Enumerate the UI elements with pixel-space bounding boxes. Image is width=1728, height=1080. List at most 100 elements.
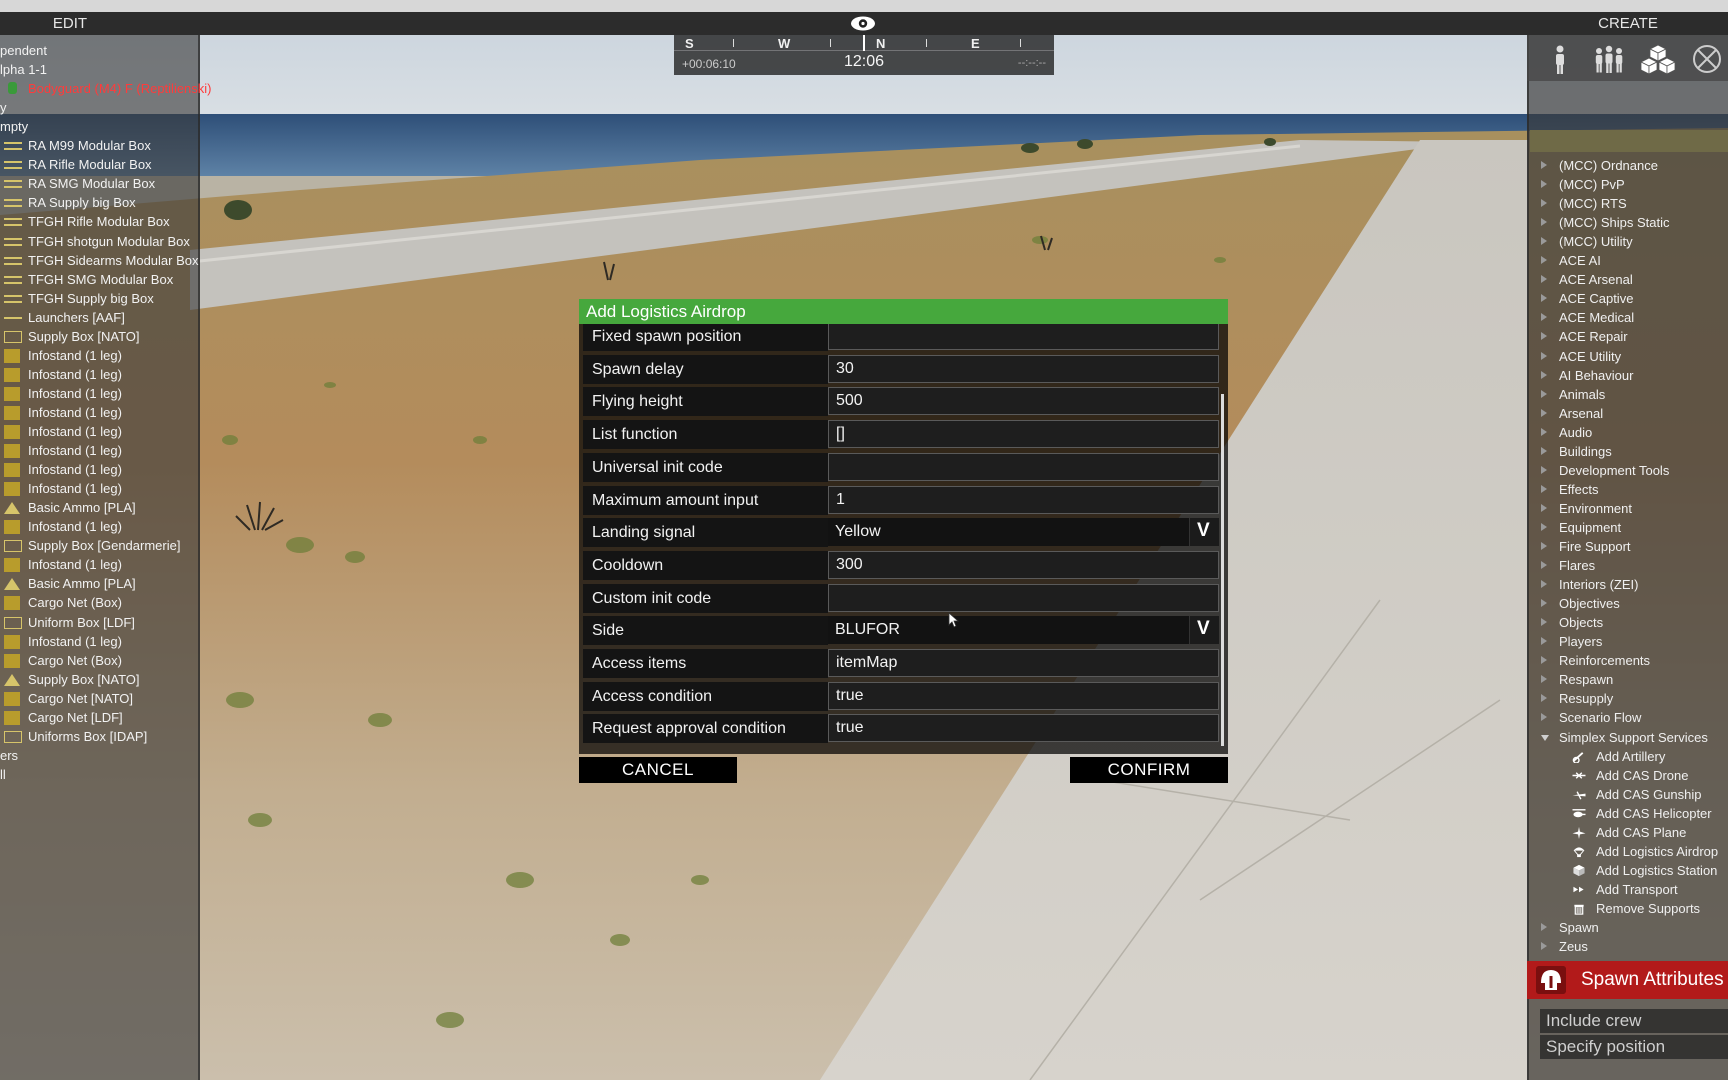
collapsed-arrow-icon[interactable]	[1541, 256, 1547, 264]
collapsed-arrow-icon[interactable]	[1541, 237, 1547, 245]
confirm-button[interactable]: CONFIRM	[1070, 757, 1228, 783]
edit-tree-item-label: y	[0, 100, 7, 115]
collapsed-arrow-icon[interactable]	[1541, 428, 1547, 436]
field-label: Access items	[592, 655, 687, 672]
groups-tab-icon[interactable]	[1591, 43, 1627, 75]
collapsed-arrow-icon[interactable]	[1541, 371, 1547, 379]
support-item-label: Add Logistics Airdrop	[1596, 844, 1719, 859]
edit-panel-header[interactable]: EDIT	[0, 12, 140, 35]
empty-tab-icon[interactable]	[1689, 43, 1725, 75]
flying-height-input[interactable]	[828, 387, 1219, 415]
cancel-button[interactable]: CANCEL	[579, 757, 737, 783]
edit-tree-item-label: lpha 1-1	[0, 62, 47, 77]
eye-icon[interactable]	[850, 15, 876, 32]
collapsed-arrow-icon[interactable]	[1541, 161, 1547, 169]
object-icon	[4, 463, 20, 477]
dialog-scrollbar[interactable]	[1219, 324, 1226, 754]
create-panel-header[interactable]: CREATE	[1528, 12, 1728, 35]
category-label: Objects	[1559, 615, 1604, 630]
category-label: Flares	[1559, 558, 1596, 573]
collapsed-arrow-icon[interactable]	[1541, 466, 1547, 474]
helmet-icon	[1536, 966, 1566, 994]
dropdown-arrow-icon[interactable]: V	[1189, 616, 1219, 644]
dropdown-arrow-icon[interactable]: V	[1189, 518, 1219, 546]
collapsed-arrow-icon[interactable]	[1541, 561, 1547, 569]
units-tab-icon[interactable]	[1542, 43, 1578, 75]
collapsed-arrow-icon[interactable]	[1541, 218, 1547, 226]
category-label: Arsenal	[1559, 406, 1604, 421]
collapsed-arrow-icon[interactable]	[1541, 199, 1547, 207]
category-label: ACE Repair	[1559, 329, 1628, 344]
dialog-scrollbar-thumb[interactable]	[1221, 394, 1224, 746]
category-label: Audio	[1559, 425, 1593, 440]
props-tab-icon[interactable]	[1640, 43, 1676, 75]
unit-icon	[8, 82, 17, 94]
collapsed-arrow-icon[interactable]	[1541, 599, 1547, 607]
field-label: Universal init code	[592, 459, 723, 476]
collapsed-arrow-icon[interactable]	[1541, 618, 1547, 626]
crate-icon	[1573, 864, 1585, 877]
collapsed-arrow-icon[interactable]	[1541, 485, 1547, 493]
edit-tree-item-label: RA SMG Modular Box	[28, 176, 156, 191]
collapsed-arrow-icon[interactable]	[1541, 923, 1547, 931]
collapsed-arrow-icon[interactable]	[1541, 504, 1547, 512]
field-label: Landing signal	[592, 524, 696, 541]
object-icon	[4, 199, 22, 207]
edit-tree-item-label: Infostand (1 leg)	[28, 519, 122, 534]
universal-init-code-input[interactable]	[828, 453, 1219, 481]
collapsed-arrow-icon[interactable]	[1541, 542, 1547, 550]
object-icon	[4, 238, 22, 246]
asset-preview-strip	[1530, 130, 1728, 152]
collapsed-arrow-icon[interactable]	[1541, 656, 1547, 664]
edit-tree-item-label: RA Supply big Box	[28, 195, 136, 210]
compass-tick	[733, 39, 734, 47]
object-icon	[4, 180, 22, 188]
specify-position-option[interactable]: Specify position	[1540, 1035, 1728, 1059]
compass-tick	[1020, 39, 1021, 47]
field-label: Flying height	[592, 393, 683, 410]
expanded-arrow-icon[interactable]	[1541, 735, 1549, 741]
field-label: Cooldown	[592, 557, 664, 574]
edit-tree-item-label: Supply Box [Gendarmerie]	[28, 538, 181, 553]
collapsed-arrow-icon[interactable]	[1541, 713, 1547, 721]
compass-right-readout: --:--:--	[1017, 57, 1046, 69]
collapsed-arrow-icon[interactable]	[1541, 580, 1547, 588]
fixed-spawn-position-input[interactable]	[828, 324, 1219, 350]
field-label-box: Cooldown	[583, 551, 828, 580]
spawn-attributes-header[interactable]: Spawn Attributes	[1527, 961, 1728, 999]
collapsed-arrow-icon[interactable]	[1541, 447, 1547, 455]
dialog-title-bar[interactable]: Add Logistics Airdrop	[579, 299, 1228, 324]
request-approval-condition-input[interactable]	[828, 714, 1219, 742]
field-label: List function	[592, 426, 678, 443]
cooldown-input[interactable]	[828, 551, 1219, 579]
collapsed-arrow-icon[interactable]	[1541, 352, 1547, 360]
landing-signal-select[interactable]: Yellow V	[828, 518, 1219, 546]
collapsed-arrow-icon[interactable]	[1541, 332, 1547, 340]
custom-init-code-input[interactable]	[828, 584, 1219, 612]
collapsed-arrow-icon[interactable]	[1541, 942, 1547, 950]
category-label: Effects	[1559, 482, 1599, 497]
collapsed-arrow-icon[interactable]	[1541, 180, 1547, 188]
spawn-delay-input[interactable]	[828, 355, 1219, 383]
include-crew-option[interactable]: Include crew	[1540, 1009, 1728, 1033]
access-items-input[interactable]	[828, 649, 1219, 677]
list-function-input[interactable]	[828, 420, 1219, 448]
top-strip	[0, 0, 1728, 12]
side-select[interactable]: BLUFOR V	[828, 616, 1219, 644]
collapsed-arrow-icon[interactable]	[1541, 637, 1547, 645]
collapsed-arrow-icon[interactable]	[1541, 675, 1547, 683]
collapsed-arrow-icon[interactable]	[1541, 390, 1547, 398]
collapsed-arrow-icon[interactable]	[1541, 294, 1547, 302]
access-condition-input[interactable]	[828, 682, 1219, 710]
collapsed-arrow-icon[interactable]	[1541, 523, 1547, 531]
compass-tick	[926, 39, 927, 47]
collapsed-arrow-icon[interactable]	[1541, 694, 1547, 702]
collapsed-arrow-icon[interactable]	[1541, 275, 1547, 283]
collapsed-arrow-icon[interactable]	[1541, 313, 1547, 321]
field-label-box: Access items	[583, 649, 828, 678]
maximum-amount-input-input[interactable]	[828, 486, 1219, 514]
object-icon	[4, 257, 22, 265]
collapsed-arrow-icon[interactable]	[1541, 409, 1547, 417]
field-label-box: Request approval condition	[583, 714, 828, 743]
object-icon	[4, 731, 22, 743]
